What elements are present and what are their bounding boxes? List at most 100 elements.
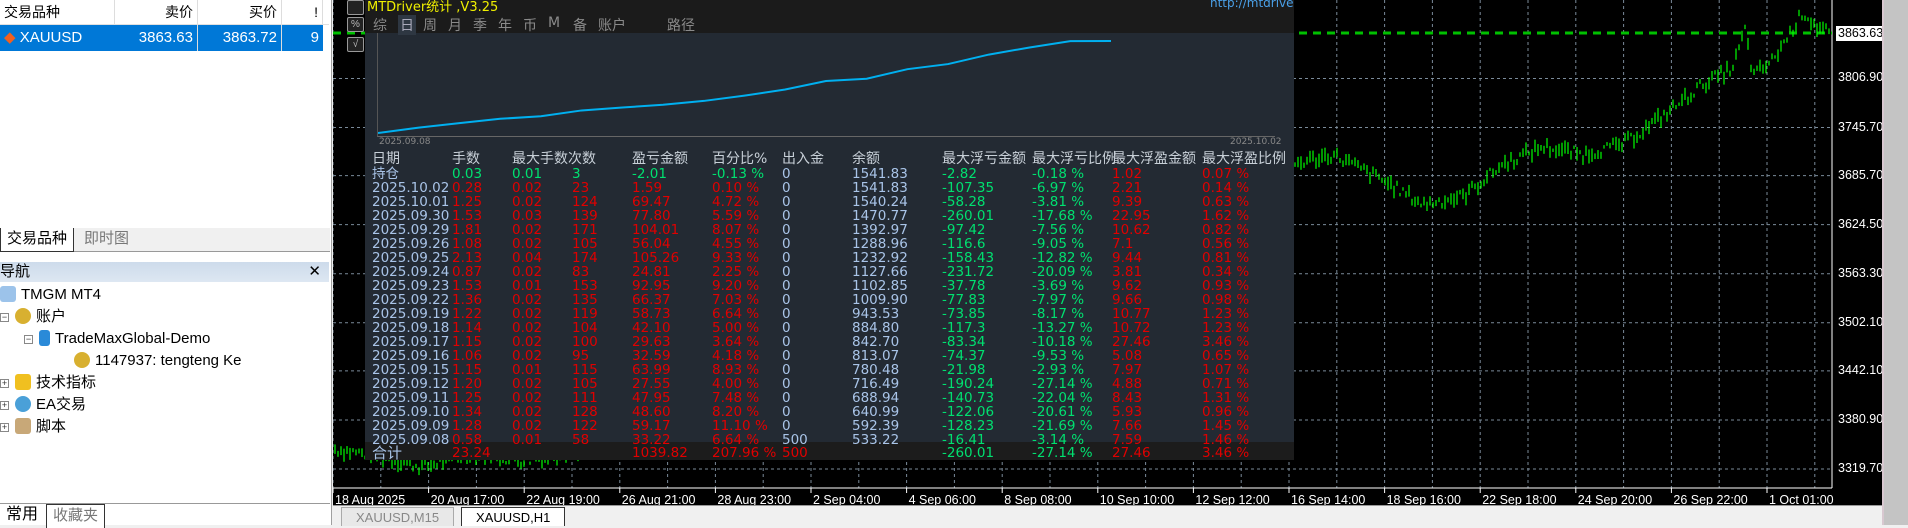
close-icon[interactable]: ✕: [308, 262, 321, 282]
website-link[interactable]: http://mtdriver.cn: [1210, 0, 1294, 10]
cell: 0.34 %: [1202, 264, 1250, 280]
cell: 0.02: [512, 376, 543, 392]
cell: 0.63 %: [1202, 194, 1250, 210]
cell: -260.01: [942, 208, 995, 224]
cell: 6.64 %: [712, 306, 760, 322]
cell: 1102.85: [852, 278, 908, 294]
stats-panel: MTDriver统计 ,V3.25 http://mtdriver.cn 综日周…: [365, 0, 1294, 460]
cell: 688.94: [852, 390, 900, 406]
tree-item-tmgm[interactable]: TMGM MT4: [0, 284, 101, 306]
cell: -77.83: [942, 292, 986, 308]
vertical-scrollbar[interactable]: [1882, 0, 1908, 525]
cell: 0: [782, 418, 791, 434]
cell: 8.93 %: [712, 362, 760, 378]
cell: 0: [782, 264, 791, 280]
stats-menu-item[interactable]: 季: [473, 15, 487, 35]
cell: 2025.09.16: [372, 348, 450, 364]
cell: 0.96 %: [1202, 404, 1250, 420]
cell: 9.39: [1112, 194, 1143, 210]
cell: -0.18 %: [1032, 166, 1085, 182]
tree-item-accounts[interactable]: − 账户: [0, 306, 66, 328]
column-header: 最大浮亏金额: [942, 151, 1026, 167]
cell: 0: [782, 404, 791, 420]
cell: 4.18 %: [712, 348, 760, 364]
cell: 1.23 %: [1202, 306, 1250, 322]
cell: 7.97: [1112, 362, 1143, 378]
stats-menu-item[interactable]: 月: [448, 15, 462, 35]
cell: 1.15: [452, 334, 483, 350]
tab-tick-chart[interactable]: 即时图: [78, 228, 135, 252]
cell: 48.60: [632, 404, 671, 420]
cell: 1.34: [452, 404, 483, 420]
cell: 1.53: [452, 208, 483, 224]
tab-xauusd-m15[interactable]: XAUUSD,M15: [341, 507, 455, 526]
stats-menu-item[interactable]: 日: [398, 15, 416, 35]
expand-icon[interactable]: +: [0, 401, 9, 410]
cell: 1.53: [452, 278, 483, 294]
cell: 2.13: [452, 250, 483, 266]
cell: 1.22: [452, 306, 483, 322]
stats-menu-item[interactable]: 综: [373, 15, 387, 35]
cell: 1.06: [452, 348, 483, 364]
cell: 0: [782, 390, 791, 406]
user-icon: [74, 352, 90, 368]
stats-menu-item[interactable]: 路径: [667, 15, 695, 35]
cell: 0: [782, 250, 791, 266]
cell: 32.59: [632, 348, 671, 364]
cell: 24.81: [632, 264, 671, 280]
cell: 58.73: [632, 306, 671, 322]
expand-icon[interactable]: +: [0, 423, 9, 432]
cell: 1470.77: [852, 208, 908, 224]
tree-item-indicators[interactable]: + 技术指标: [0, 372, 96, 394]
cell: 884.80: [852, 320, 900, 336]
stats-menu-item[interactable]: 年: [498, 15, 512, 35]
check-icon[interactable]: √: [347, 37, 364, 52]
stats-menu-item[interactable]: 备: [573, 15, 587, 35]
tab-xauusd-h1[interactable]: XAUUSD,H1: [461, 507, 566, 526]
cell: 1541.83: [852, 166, 908, 182]
tree-item-experts[interactable]: + EA交易: [0, 394, 86, 416]
cell: 0.02: [512, 236, 543, 252]
cell: -74.37: [942, 348, 986, 364]
tab-symbols[interactable]: 交易品种: [0, 228, 74, 252]
column-header: 最大手数: [512, 151, 568, 167]
stats-menu-item[interactable]: M: [548, 15, 560, 31]
cell: 9.20 %: [712, 278, 760, 294]
cell: 2025.09.29: [372, 222, 450, 238]
cell: 69.47: [632, 194, 671, 210]
cell: 105: [572, 236, 598, 252]
expert-icon: [15, 396, 31, 412]
collapse-icon[interactable]: −: [0, 313, 9, 322]
cell: 0.02: [512, 348, 543, 364]
current-price-label: 3863.63: [1836, 26, 1886, 41]
cell: 0: [782, 376, 791, 392]
stats-menu-item[interactable]: 周: [423, 15, 437, 35]
cell: 8.43: [1112, 390, 1143, 406]
cell: 0: [782, 320, 791, 336]
tab-common[interactable]: 常用: [0, 504, 44, 528]
col-ask[interactable]: 买价: [198, 0, 282, 24]
cell: 1.08: [452, 236, 483, 252]
tree-item-account[interactable]: 1147937: tengteng Ke: [74, 350, 242, 372]
tree-item-server[interactable]: − TradeMaxGlobal-Demo: [24, 328, 210, 350]
stats-menu-item[interactable]: 账户: [598, 15, 626, 35]
col-bid[interactable]: 卖价: [115, 0, 198, 24]
cell: 0: [782, 236, 791, 252]
cell: -27.14 %: [1032, 376, 1093, 392]
tab-favorites[interactable]: 收藏夹: [46, 504, 106, 528]
cell: 0.04: [512, 250, 543, 266]
toolbar-icon[interactable]: [347, 0, 364, 15]
market-watch-row[interactable]: ◆ XAUUSD 3863.63 3863.72 9: [0, 25, 323, 51]
cell: 0.02: [512, 404, 543, 420]
percent-icon[interactable]: %: [347, 17, 364, 32]
col-symbol[interactable]: 交易品种: [0, 0, 115, 24]
cell: 0.65 %: [1202, 348, 1250, 364]
col-spread[interactable]: !: [282, 0, 323, 24]
cell: 2025.10.01: [372, 194, 450, 210]
expand-icon[interactable]: +: [0, 379, 9, 388]
stats-menu-item[interactable]: 币: [523, 15, 537, 35]
cell: 1.31 %: [1202, 390, 1250, 406]
collapse-icon[interactable]: −: [24, 335, 33, 344]
tree-item-scripts[interactable]: + 脚本: [0, 416, 66, 438]
price-tick: 3442.10: [1838, 362, 1884, 377]
